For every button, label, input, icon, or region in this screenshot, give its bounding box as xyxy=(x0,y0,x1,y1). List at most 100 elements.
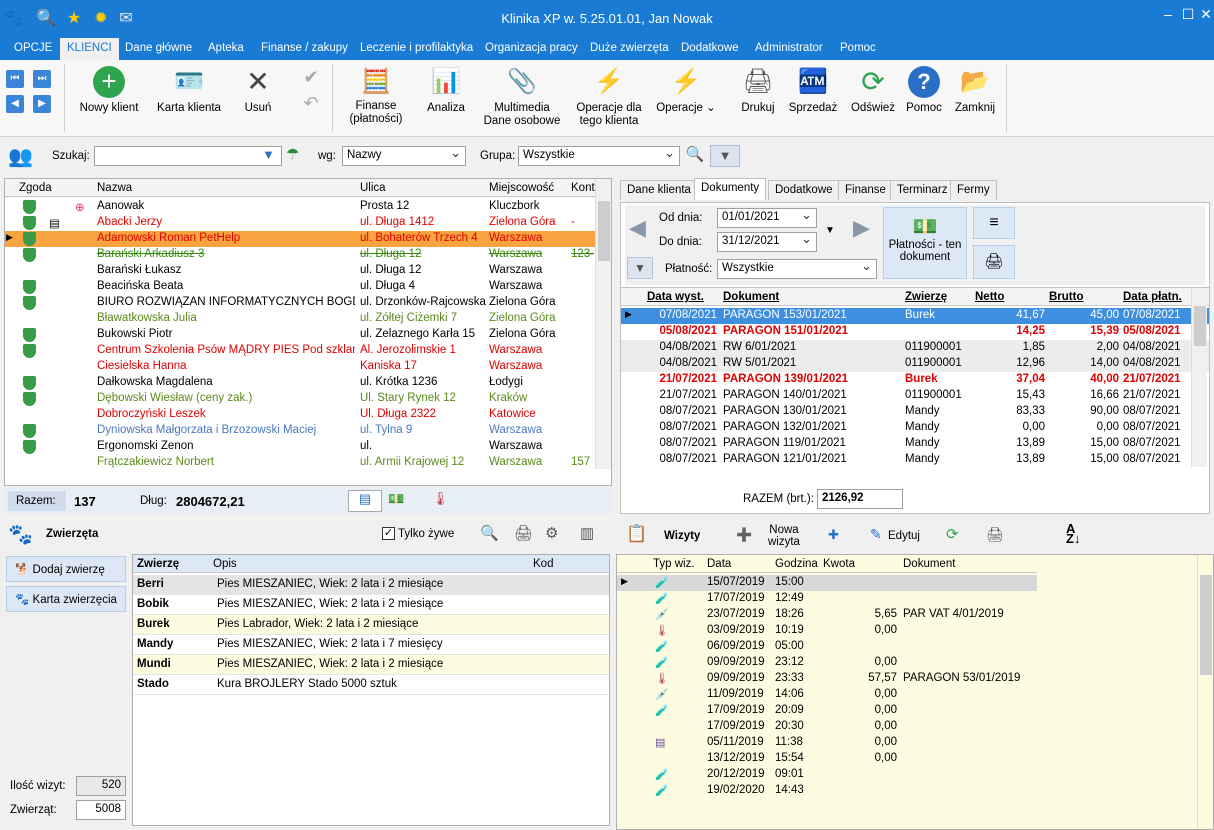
print-button[interactable]: 🖨 Drukuj xyxy=(736,66,780,115)
table-row[interactable]: Bławatkowska Julia ul. Żółtej Ciżemki 7 Zi… xyxy=(5,311,611,327)
umbrella-icon[interactable]: ☂ xyxy=(286,145,299,163)
payment-select[interactable]: Wszystkie xyxy=(717,259,877,279)
table-row[interactable]: 🧪 17/07/2019 12:49 xyxy=(617,591,1037,607)
help-button[interactable]: ? Pomoc xyxy=(904,66,944,115)
minimize-icon[interactable]: – xyxy=(1160,6,1176,22)
visits-print-icon[interactable]: 🖨 xyxy=(986,526,1004,543)
clear-filter-button[interactable]: ▼ xyxy=(710,145,740,167)
table-row[interactable]: Frątczakiewicz Norbert ul. Armii Krajowej… xyxy=(5,455,611,471)
new-client-button[interactable]: + Nowy klient xyxy=(76,66,142,115)
refresh-button[interactable]: ⟳ Odśwież xyxy=(848,66,898,115)
docs-filter-button[interactable]: ▼ xyxy=(627,257,653,279)
date-to-input[interactable]: 31/12/2021 xyxy=(717,232,817,252)
table-row[interactable]: 🌡 03/09/2019 10:19 0,00 xyxy=(617,623,1037,639)
table-row[interactable]: Mandy Pies MIESZANIEC, Wiek: 2 lata i 7 m… xyxy=(133,635,609,655)
view-table-icon[interactable]: ▤ xyxy=(348,490,382,512)
table-row[interactable]: ▶ 🧪 15/07/2019 15:00 xyxy=(617,575,1037,591)
edit-visit-button[interactable]: Edytuj xyxy=(888,530,920,542)
table-row[interactable]: 05/08/2021 PARAGON 151/01/2021 14,25 15,39 0… xyxy=(621,324,1209,340)
table-row[interactable]: 17/09/2019 20:30 0,00 xyxy=(617,719,1037,735)
menu-organizacja[interactable]: Organizacja pracy xyxy=(485,42,578,54)
table-row[interactable]: 21/07/2021 PARAGON 140/01/2021 011900001 15… xyxy=(621,388,1209,404)
maximize-icon[interactable]: ☐ xyxy=(1180,6,1196,22)
table-row[interactable]: 04/08/2021 RW 6/01/2021 011900001 1,85 2,00 0… xyxy=(621,340,1209,356)
menu-opcje[interactable]: OPCJE xyxy=(14,42,52,54)
undo-button[interactable]: ↶ xyxy=(298,92,324,118)
table-row[interactable]: Barański Arkadiusz 3 ul. Długa 12 Warszawa… xyxy=(5,247,611,263)
date-from-input[interactable]: 01/01/2021 xyxy=(717,208,817,228)
table-row[interactable]: 💉 23/07/2019 18:26 5,65 PAR VAT 4/01/2019 xyxy=(617,607,1037,623)
table-row[interactable]: Barański Łukasz ul. Długa 12 Warszawa xyxy=(5,263,611,279)
tab-fermy[interactable]: Fermy xyxy=(950,180,997,200)
table-row[interactable]: Bobik Pies MIESZANIEC, Wiek: 2 lata i 2 m… xyxy=(133,595,609,615)
table-row[interactable]: 🌡 09/09/2019 23:33 57,57 PARAGON 53/01/2019 xyxy=(617,671,1037,687)
table-row[interactable]: 08/07/2021 PARAGON 130/01/2021 Mandy 83,33 9… xyxy=(621,404,1209,420)
clients-scrollbar[interactable] xyxy=(595,179,611,469)
table-row[interactable]: Ciesielska Hanna Kaniska 17 Warszawa xyxy=(5,359,611,375)
table-row[interactable]: 🧪 19/02/2020 14:43 xyxy=(617,783,1037,799)
table-row[interactable]: 🧪 09/09/2019 23:12 0,00 xyxy=(617,655,1037,671)
next-record-button[interactable]: ▶ xyxy=(33,95,51,113)
menu-klienci[interactable]: KLIENCI xyxy=(60,38,119,60)
new-visit-icon[interactable]: ➕ xyxy=(736,527,752,543)
table-row[interactable]: 🧪 17/09/2019 20:09 0,00 xyxy=(617,703,1037,719)
table-row[interactable]: Dobroczyński Leszek Ul. Długa 2322 Katowic… xyxy=(5,407,611,423)
sale-button[interactable]: 🏧 Sprzedaż xyxy=(788,66,838,115)
tab-dane-klienta[interactable]: Dane klienta xyxy=(620,180,698,200)
thermometer-icon[interactable]: 🌡 xyxy=(432,491,449,507)
table-row[interactable]: Dębowski Wiesław (ceny zak.) Ul. Stary Ry… xyxy=(5,391,611,407)
menu-leczenie[interactable]: Leczenie i profilaktyka xyxy=(360,42,473,54)
table-row[interactable]: Dałkowska Magdalena ul. Krótka 1236 Łodygi xyxy=(5,375,611,391)
client-card-button[interactable]: 🪪 Karta klienta xyxy=(154,66,224,115)
analysis-button[interactable]: 📊 Analiza xyxy=(424,66,468,115)
table-row[interactable]: ▤ Abacki Jerzy ul. Długa 1412 Zielona Góra - xyxy=(5,215,611,231)
group-select[interactable]: Wszystkie xyxy=(518,146,680,166)
table-row[interactable]: 🧪 20/12/2019 09:01 xyxy=(617,767,1037,783)
animal-columns-icon[interactable]: ▥ xyxy=(580,524,594,542)
table-row[interactable]: ▶ 07/08/2021 PARAGON 153/01/2021 Burek 41,67… xyxy=(621,308,1209,324)
table-row[interactable]: Beacińska Beata ul. Długa 4 Warszawa xyxy=(5,279,611,295)
menu-list-icon[interactable]: ≡ xyxy=(973,207,1015,239)
add-animal-button[interactable]: 🐕 Dodaj zwierzę xyxy=(6,556,126,582)
client-operations-button[interactable]: ⚡ Operacje dla tego klienta xyxy=(574,66,644,128)
menu-administrator[interactable]: Administrator xyxy=(755,42,823,54)
confirm-button[interactable]: ✔ xyxy=(298,66,324,92)
table-row[interactable]: 21/07/2021 PARAGON 139/01/2021 Burek 37,04 4… xyxy=(621,372,1209,388)
table-row[interactable]: Mundi Pies MIESZANIEC, Wiek: 2 lata i 2 m… xyxy=(133,655,609,675)
multimedia-button[interactable]: 📎 Multimedia Dane osobowe xyxy=(480,66,564,128)
table-row[interactable]: Burek Pies Labrador, Wiek: 2 lata i 2 mie… xyxy=(133,615,609,635)
last-record-button[interactable]: ⏭ xyxy=(33,70,51,88)
new-visit-button[interactable]: Nowa wizyta xyxy=(768,524,800,548)
next-period-icon[interactable]: ▶ xyxy=(853,215,870,241)
close-button[interactable]: 📂 Zamknij xyxy=(952,66,998,115)
table-row[interactable]: Bukowski Piotr ul. Żelaznego Karła 15 Ziel… xyxy=(5,327,611,343)
docs-print-icon[interactable]: 🖨 xyxy=(973,245,1015,279)
only-alive-checkbox[interactable]: ✓ xyxy=(382,527,395,540)
search-input[interactable] xyxy=(94,146,282,166)
chevron-down-icon[interactable]: ▼ xyxy=(825,225,835,236)
table-row[interactable]: 13/12/2019 15:54 0,00 xyxy=(617,751,1037,767)
payments-document-button[interactable]: 💵 Płatności - ten dokument xyxy=(883,207,967,279)
menu-finanse[interactable]: Finanse / zakupy xyxy=(261,42,348,54)
money-icon[interactable]: 💵 xyxy=(388,491,404,507)
table-row[interactable]: 💉 11/09/2019 14:06 0,00 xyxy=(617,687,1037,703)
finance-button[interactable]: 🧮 Finanse (płatności) xyxy=(344,66,408,126)
table-row[interactable]: 08/07/2021 PARAGON 119/01/2021 Mandy 13,89 1… xyxy=(621,436,1209,452)
search-button[interactable]: 🔍 xyxy=(684,145,706,167)
prev-period-icon[interactable]: ◀ xyxy=(629,215,649,255)
table-row[interactable]: Stado Kura BROJLERY Stado 5000 sztuk xyxy=(133,675,609,695)
close-icon[interactable]: ✕ xyxy=(1198,6,1214,22)
filter-icon[interactable]: ▼ xyxy=(262,147,275,162)
table-row[interactable]: ▤ 05/11/2019 11:38 0,00 xyxy=(617,735,1037,751)
table-row[interactable]: Ergonomski Zenon ul. Warszawa xyxy=(5,439,611,455)
delete-button[interactable]: ✕ Usuń xyxy=(238,66,278,115)
table-row[interactable]: 04/08/2021 RW 5/01/2021 011900001 12,96 14,0… xyxy=(621,356,1209,372)
animal-print-icon[interactable]: 🖨 xyxy=(514,524,533,542)
table-row[interactable]: BIURO ROZWIĄZAŃ INFORMATYCZNYCH BOGDAN A… xyxy=(5,295,611,311)
animal-settings-icon[interactable]: ⚙ xyxy=(545,524,558,542)
menu-dodatkowe[interactable]: Dodatkowe xyxy=(681,42,739,54)
table-row[interactable]: ⊕ Aanowak Prosta 12 Kluczbork xyxy=(5,199,611,215)
tab-finanse[interactable]: Finanse xyxy=(838,180,893,200)
tab-terminarz[interactable]: Terminarz xyxy=(890,180,955,200)
table-row[interactable]: ▶ Adamowski Roman PetHelp ul. Bohaterów Tr… xyxy=(5,231,611,247)
